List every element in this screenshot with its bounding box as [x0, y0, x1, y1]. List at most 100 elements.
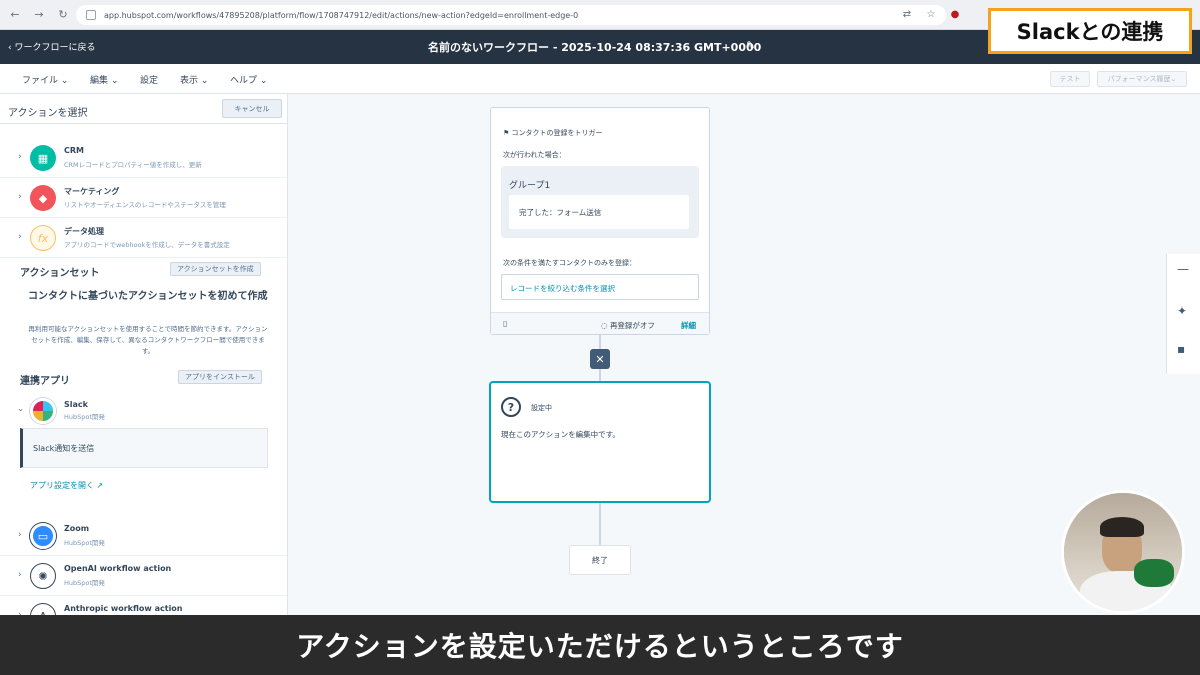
category-desc: リストやオーディエンスのレコードやステータスを管理 [64, 201, 226, 209]
trigger-heading: ⚑ コンタクトの登録をトリガー [503, 129, 603, 137]
app-zoom[interactable]: › ▭ Zoom HubSpot開発 [0, 516, 287, 556]
when-label: 次が行われた場合： [503, 151, 566, 159]
menu-help[interactable]: ヘルプ ⌄ [230, 73, 267, 86]
bookmark-star-icon[interactable]: ☆ [924, 7, 938, 21]
question-icon: ? [501, 397, 521, 417]
performance-history-button[interactable]: パフォーマンス履歴 ⌄ [1097, 71, 1187, 87]
enrollment-trigger-card[interactable]: ⚑ コンタクトの登録をトリガー 次が行われた場合： グループ1 完了した：フォー… [490, 107, 710, 335]
condition-text: 完了した：フォーム送信 [519, 208, 602, 217]
reload-icon[interactable]: ↻ [54, 6, 72, 24]
chevron-right-icon: › [18, 192, 22, 202]
category-marketing[interactable]: › ◆ マーケティング リストやオーディエンスのレコードやステータスを管理 [0, 178, 287, 218]
app-developer: HubSpot開発 [64, 579, 105, 587]
app-developer: HubSpot開発 [64, 539, 105, 547]
chevron-down-icon: › [14, 408, 25, 412]
function-icon: fx [30, 225, 56, 251]
chevron-right-icon: › [18, 530, 22, 540]
app-name: Slack [64, 400, 88, 409]
menu-file[interactable]: ファイル ⌄ [22, 73, 68, 86]
connector-line [599, 335, 601, 349]
filter-label: 次の条件を満たすコンタクトのみを登録： [503, 259, 636, 267]
chevron-right-icon: › [18, 232, 22, 242]
open-app-settings-link[interactable]: アプリ設定を開く ↗ [30, 480, 103, 491]
back-arrow-icon[interactable]: ← [6, 6, 24, 24]
copy-icon[interactable]: ▯ [503, 319, 507, 328]
action-set-desc: 再利用可能なアクションセットを使用することで時間を節約できます。アクションセット… [28, 325, 268, 355]
subtitle-text: アクションを設定いただけるというところです [296, 630, 904, 663]
chevron-right-icon: › [18, 152, 22, 162]
menu-bar: ファイル ⌄ 編集 ⌄ 設定 表示 ⌄ ヘルプ ⌄ テスト パフォーマンス履歴 … [0, 64, 1200, 94]
trigger-footer: ▯ ◌ 再登録がオフ 詳細 [491, 312, 709, 334]
site-info-icon[interactable] [86, 10, 96, 20]
presenter-hair [1100, 517, 1144, 537]
filter-button-text: レコードを絞り込む条件を選択 [510, 284, 615, 293]
video-title-badge: Slackとの連携 [988, 8, 1192, 54]
url-text: app.hubspot.com/workflows/47895208/platf… [104, 10, 579, 20]
presenter-webcam [1061, 490, 1185, 614]
app-name: OpenAI workflow action [64, 564, 172, 573]
address-bar[interactable]: app.hubspot.com/workflows/47895208/platf… [76, 5, 946, 25]
canvas-tools: — ✦ ▪ [1166, 254, 1200, 374]
badge-text: Slackとの連携 [991, 11, 1189, 51]
trigger-group[interactable]: グループ1 完了した：フォーム送信 [501, 166, 699, 238]
connected-apps-label: 連携アプリ [20, 376, 70, 387]
crm-icon: ▦ [30, 145, 56, 171]
test-button[interactable]: テスト [1050, 71, 1090, 87]
app-name: Anthropic workflow action [64, 604, 183, 613]
category-crm[interactable]: › ▦ CRM CRMレコードとプロパティー値を作成し、更新 [0, 138, 287, 178]
slack-send-notification-action[interactable]: Slack通知を送信 [20, 428, 268, 468]
minus-icon[interactable]: — [1177, 262, 1189, 276]
workflow-title[interactable]: 名前のないワークフロー - 2025-10-24 08:37:36 GMT+00… [428, 39, 761, 55]
install-app-button[interactable]: アプリをインストール [178, 370, 262, 384]
trigger-condition[interactable]: 完了した：フォーム送信 [509, 195, 689, 229]
category-desc: CRMレコードとプロパティー値を作成し、更新 [64, 161, 202, 169]
pending-action-card[interactable]: ? 設定中 現在このアクションを編集中です。 [489, 381, 711, 503]
flag-icon: ⚑ [503, 129, 510, 137]
pencil-icon[interactable]: ✎ [746, 39, 755, 52]
app-slack[interactable]: › Slack HubSpot開発 [0, 394, 287, 428]
presenter-object [1134, 559, 1174, 587]
action-label: Slack通知を送信 [33, 444, 95, 453]
slack-logo-icon [30, 398, 56, 424]
chevron-right-icon: › [18, 570, 22, 580]
action-selection-panel: アクションを選択 キャンセル › ▦ CRM CRMレコードとプロパティー値を作… [0, 94, 288, 615]
subtitle-bar: アクションを設定いただけるというところです [0, 615, 1200, 675]
reenrollment-status[interactable]: ◌ 再登録がオフ [601, 320, 655, 331]
group-title: グループ1 [509, 181, 551, 191]
app-anthropic[interactable]: › A Anthropic workflow action [0, 596, 287, 615]
openai-logo-icon: ✺ [30, 563, 56, 589]
category-name: データ処理 [64, 227, 104, 236]
action-set-label: アクションセット [20, 268, 100, 279]
end-node: 終了 [569, 545, 631, 575]
category-desc: アプリのコードでwebhookを作成し、データを書式設定 [64, 241, 230, 249]
menu-settings[interactable]: 設定 [140, 73, 158, 86]
app-openai[interactable]: › ✺ OpenAI workflow action HubSpot開発 [0, 556, 287, 596]
panel-header: アクションを選択 キャンセル [0, 94, 287, 124]
comment-icon[interactable]: ▪ [1177, 342, 1185, 356]
category-name: CRM [64, 146, 84, 155]
forward-arrow-icon[interactable]: → [30, 6, 48, 24]
create-action-set-button[interactable]: アクションセットを作成 [170, 262, 261, 276]
zoom-logo-icon: ▭ [30, 523, 56, 549]
sparkle-icon[interactable]: ✦ [1177, 304, 1187, 318]
category-data-ops[interactable]: › fx データ処理 アプリのコードでwebhookを作成し、データを書式設定 [0, 218, 287, 258]
menu-edit[interactable]: 編集 ⌄ [90, 73, 118, 86]
megaphone-icon: ◆ [30, 185, 56, 211]
connector-line [599, 369, 601, 381]
action-message: 現在このアクションを編集中です。 [501, 430, 620, 439]
translate-icon[interactable]: ⇄ [900, 7, 914, 21]
anthropic-logo-icon: A [30, 603, 56, 615]
menu-view[interactable]: 表示 ⌄ [180, 73, 208, 86]
app-name: Zoom [64, 524, 90, 533]
panel-title: アクションを選択 [8, 108, 88, 119]
back-label: ワークフローに戻る [14, 43, 96, 53]
category-name: マーケティング [64, 187, 120, 196]
record-filter-button[interactable]: レコードを絞り込む条件を選択 [501, 274, 699, 300]
back-to-workflows-link[interactable]: ‹ ワークフローに戻る [8, 40, 95, 53]
action-set-title: コンタクトに基づいたアクションセットを初めて作成 [28, 291, 268, 302]
close-icon[interactable]: ✕ [590, 349, 610, 369]
extension-icon[interactable]: ● [948, 7, 962, 21]
details-link[interactable]: 詳細 [681, 320, 696, 331]
cancel-button[interactable]: キャンセル [222, 99, 282, 118]
action-status: 設定中 [531, 404, 552, 412]
